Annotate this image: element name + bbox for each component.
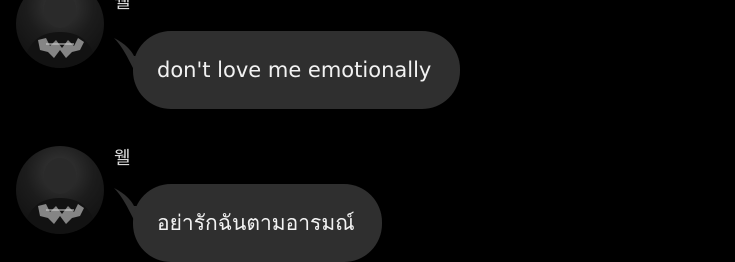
message-text: อย่ารักฉันตามอารมณ์ xyxy=(157,210,355,235)
message-bubble[interactable]: อย่ารักฉันตามอารมณ์ xyxy=(133,184,382,262)
sender-name: 웰 xyxy=(114,148,131,169)
message-bubble[interactable]: don't love me emotionally xyxy=(133,31,460,109)
avatar[interactable] xyxy=(16,0,104,68)
chat-thread: 웰 don't love me emotionally 웰 อย่ารักฉัน… xyxy=(0,0,735,262)
avatar[interactable] xyxy=(16,146,104,234)
sender-name: 웰 xyxy=(114,0,131,13)
user-avatar-photo-icon xyxy=(24,158,96,234)
message-text: don't love me emotionally xyxy=(157,58,432,82)
user-avatar-photo-icon xyxy=(24,0,96,68)
message-row: 웰 don't love me emotionally xyxy=(0,0,735,120)
message-row: 웰 อย่ารักฉันตามอารมณ์ xyxy=(0,140,735,262)
